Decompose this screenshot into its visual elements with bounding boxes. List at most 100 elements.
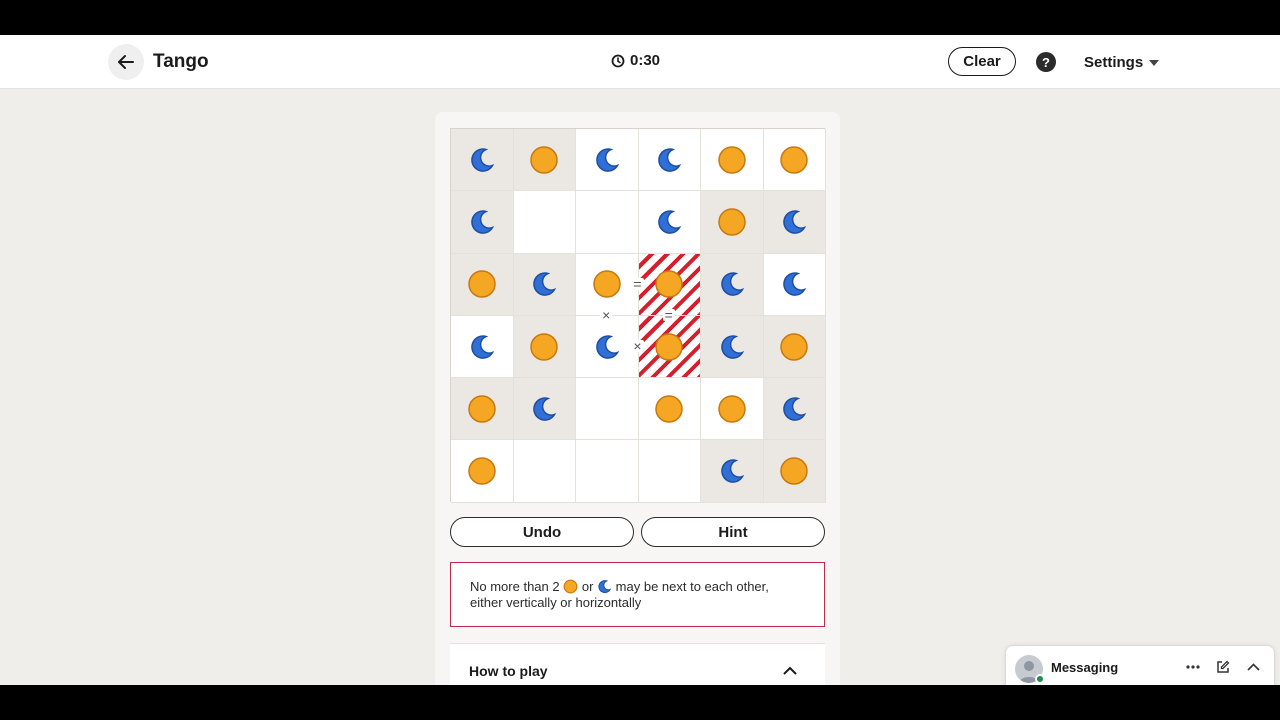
- caret-down-icon: [1149, 59, 1160, 66]
- board-cell: [451, 129, 514, 192]
- board-cell: [513, 253, 576, 316]
- error-text-part2: or: [581, 579, 594, 594]
- moon-icon: [783, 272, 807, 297]
- sun-icon: [718, 208, 746, 236]
- board-cell[interactable]: [638, 378, 701, 441]
- board-cell: [513, 378, 576, 441]
- moon-icon: [721, 272, 744, 297]
- board-cell: [763, 191, 826, 254]
- board-cell[interactable]: [638, 440, 701, 503]
- sun-icon: [593, 270, 621, 298]
- moon-icon: [783, 397, 807, 421]
- back-button[interactable]: [108, 44, 144, 80]
- sun-icon: [468, 457, 496, 485]
- error-text-part4: either vertically or horizontally: [470, 595, 642, 610]
- board-cell[interactable]: [576, 191, 639, 254]
- undo-button[interactable]: Undo: [450, 517, 634, 547]
- board-cell: [513, 129, 576, 192]
- board-cell: [763, 378, 826, 441]
- moon-icon: [533, 397, 557, 421]
- board-cell[interactable]: [576, 440, 639, 503]
- error-text-part1: No more than 2: [470, 579, 560, 594]
- timer-value: 0:30: [630, 52, 661, 69]
- sun-icon: [780, 145, 808, 174]
- tango-board: [450, 128, 826, 503]
- board-cell[interactable]: [638, 191, 701, 254]
- sun-icon: [780, 332, 808, 361]
- board-cell[interactable]: [576, 378, 639, 441]
- clear-button[interactable]: Clear: [948, 47, 1016, 76]
- moon-icon: [783, 210, 807, 234]
- sun-icon: [655, 332, 683, 361]
- board-cell[interactable]: [638, 315, 701, 379]
- moon-icon: [471, 147, 494, 172]
- board-cell: [701, 440, 764, 503]
- messaging-widget[interactable]: Messaging: [1005, 645, 1275, 685]
- moon-icon: [596, 147, 619, 172]
- error-text-part3: may be next to each other,: [615, 579, 769, 594]
- board-cell: [451, 253, 514, 316]
- board-cell: [451, 191, 514, 254]
- board-cell[interactable]: [763, 253, 826, 316]
- how-to-play-label: How to play: [469, 663, 548, 679]
- board-cell: [701, 191, 764, 254]
- moon-icon: [658, 147, 682, 172]
- compose-icon[interactable]: [1214, 658, 1232, 676]
- board-cell[interactable]: [638, 129, 701, 192]
- board-cell[interactable]: [701, 129, 764, 192]
- sun-icon: [563, 579, 578, 594]
- timer: 0:30: [611, 52, 660, 69]
- board-cell[interactable]: [451, 315, 514, 379]
- equal-constraint: =: [662, 306, 675, 323]
- board-cell: [701, 315, 764, 379]
- chevron-up-icon: [783, 666, 797, 675]
- moon-icon: [471, 210, 494, 234]
- sun-icon: [530, 332, 558, 361]
- board-cell: [763, 315, 826, 379]
- top-bar: Tango 0:30 Clear ? Settings: [0, 35, 1280, 89]
- equal-constraint: =: [631, 275, 644, 292]
- rule-violation-message: No more than 2 or may be next to each ot…: [450, 562, 825, 627]
- opposite-constraint: ×: [600, 306, 613, 323]
- settings-label: Settings: [1084, 54, 1144, 71]
- sun-icon: [530, 145, 558, 174]
- board-cell: [701, 253, 764, 316]
- board-cell[interactable]: [701, 378, 764, 441]
- moon-icon: [658, 210, 682, 234]
- board-cell[interactable]: [451, 440, 514, 503]
- board-cell[interactable]: [763, 129, 826, 192]
- arrow-left-icon: [118, 55, 134, 69]
- page-title: Tango: [153, 51, 209, 72]
- board-cell[interactable]: [513, 191, 576, 254]
- sun-icon: [718, 395, 746, 423]
- online-status-dot: [1035, 674, 1045, 684]
- moon-icon: [721, 459, 744, 483]
- sun-icon: [468, 270, 496, 298]
- opposite-constraint: ×: [631, 338, 644, 355]
- board-cell[interactable]: [513, 440, 576, 503]
- sun-icon: [718, 145, 746, 174]
- hint-button[interactable]: Hint: [641, 517, 825, 547]
- board-cell[interactable]: [576, 129, 639, 192]
- game-page: Tango 0:30 Clear ? Settings = × = × Undo Hi…: [0, 35, 1280, 685]
- board-cell: [451, 378, 514, 441]
- moon-icon: [471, 334, 494, 359]
- sun-icon: [468, 395, 496, 423]
- board-cell: [763, 440, 826, 503]
- sun-icon: [655, 270, 683, 298]
- settings-dropdown[interactable]: Settings: [1084, 54, 1160, 71]
- how-to-play-toggle[interactable]: How to play: [450, 643, 825, 685]
- messaging-label: Messaging: [1051, 660, 1119, 675]
- help-icon[interactable]: ?: [1036, 52, 1056, 72]
- moon-icon: [533, 272, 557, 297]
- moon-icon: [596, 334, 619, 359]
- moon-icon: [721, 334, 744, 359]
- moon-icon: [598, 580, 612, 594]
- sun-icon: [655, 395, 683, 423]
- board-cell[interactable]: [576, 315, 639, 379]
- sun-icon: [780, 457, 808, 485]
- more-options-icon[interactable]: [1184, 658, 1202, 676]
- chevron-up-icon[interactable]: [1244, 658, 1262, 676]
- clock-icon: [611, 54, 625, 67]
- board-cell: [513, 315, 576, 379]
